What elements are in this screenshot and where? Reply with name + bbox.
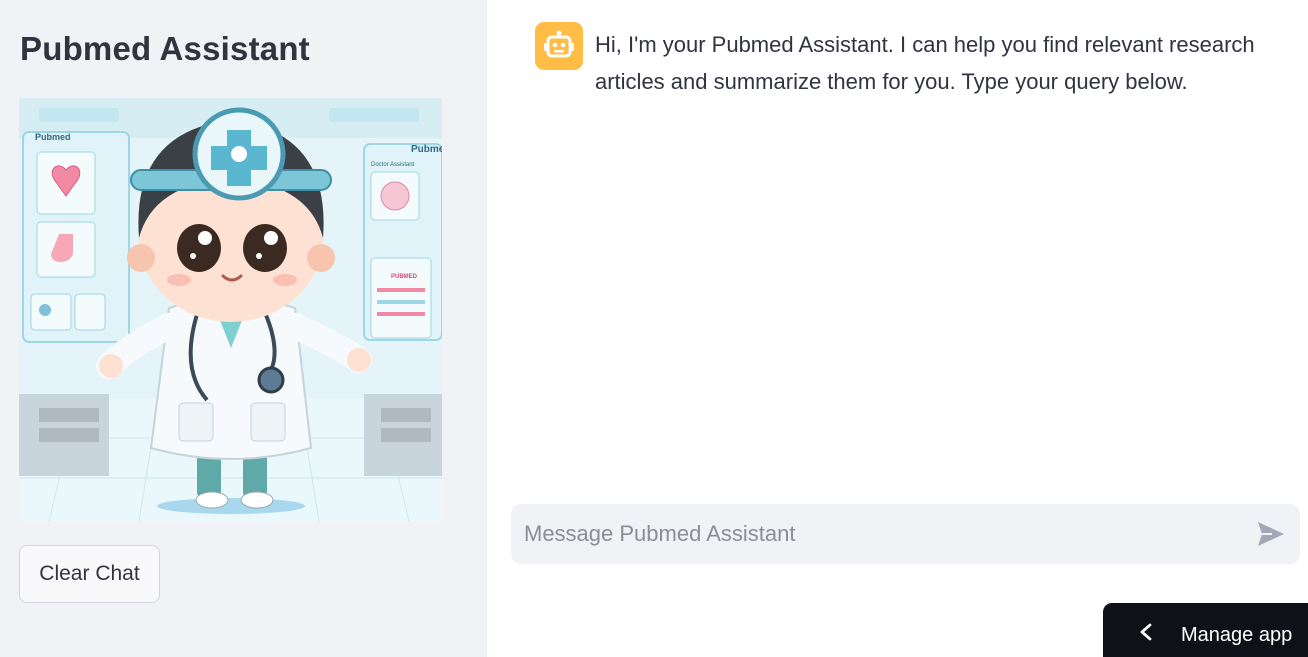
sidebar: Pubmed Assistant Pubmed Pubme Doctor Ass…: [0, 0, 487, 657]
chevron-left-icon: [1140, 623, 1152, 641]
image-text-list-label: PUBMED: [391, 274, 418, 280]
assistant-message-text: Hi, I'm your Pubmed Assistant. I can hel…: [595, 32, 1255, 94]
image-text-right-panel: Pubme: [411, 144, 442, 155]
clear-chat-button[interactable]: Clear Chat: [19, 545, 160, 603]
image-text-doctor-label: Doctor Assistant: [371, 162, 415, 168]
sidebar-title: Pubmed Assistant: [20, 30, 310, 67]
manage-app-button[interactable]: Manage app: [1103, 603, 1308, 657]
send-icon: [1258, 522, 1284, 546]
robot-icon: [535, 22, 583, 70]
main-chat-area: Hi, I'm your Pubmed Assistant. I can hel…: [487, 0, 1308, 657]
manage-app-label: Manage app: [1181, 624, 1293, 646]
send-button[interactable]: [1256, 520, 1286, 548]
chat-message-input[interactable]: [524, 504, 1244, 564]
doctor-illustration: Pubmed Pubme Doctor Assistant PUBMED: [19, 98, 442, 521]
image-text-left-panel: Pubmed: [35, 132, 71, 142]
chat-input-container: [511, 504, 1300, 564]
